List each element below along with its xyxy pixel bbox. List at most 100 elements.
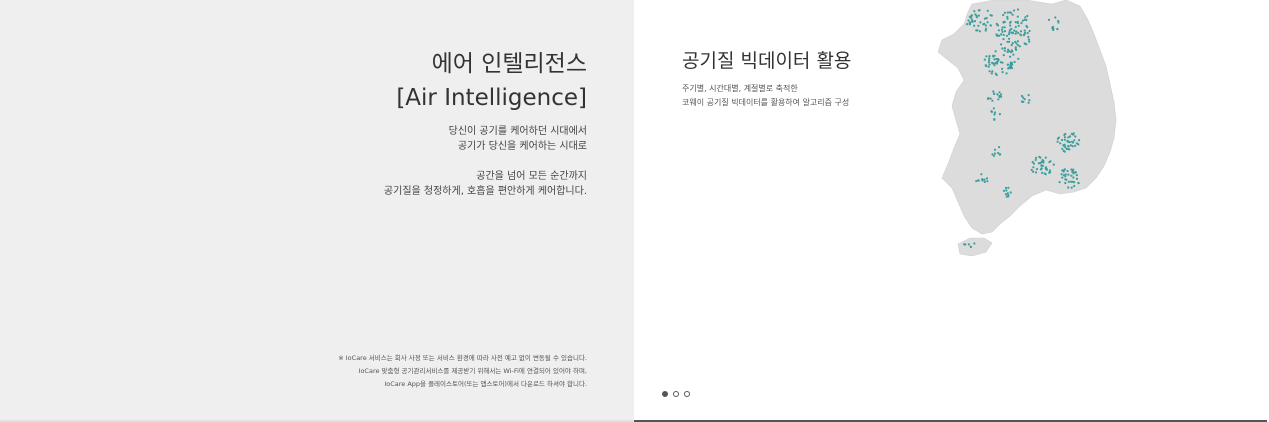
map-marker	[998, 91, 1001, 94]
notice-line: IoCare App을 플레이스토어(또는 앱스토어)에서 다운로드 하셔야 합…	[384, 380, 587, 388]
map-marker	[1004, 186, 1008, 190]
map-marker	[1023, 31, 1027, 35]
map-marker	[1035, 168, 1039, 171]
map-marker	[1064, 173, 1067, 176]
map-marker	[1009, 51, 1013, 54]
map-marker	[1067, 136, 1070, 139]
map-marker	[1002, 189, 1006, 192]
map-marker	[967, 19, 970, 22]
map-marker	[1063, 168, 1066, 171]
map-marker	[1000, 28, 1004, 31]
description: 당신이 공기를 케어하던 시대에서 공기가 당신을 케어하는 시대로 공간을 넘…	[384, 124, 587, 214]
map-marker	[1006, 40, 1009, 43]
map-marker	[1016, 8, 1020, 11]
map-marker	[1009, 20, 1012, 23]
map-marker	[1073, 181, 1076, 184]
pagination-dot-1[interactable]	[662, 391, 668, 397]
map-marker	[1013, 29, 1016, 32]
map-marker	[1008, 31, 1011, 34]
map-marker	[1011, 13, 1014, 16]
map-marker	[1023, 42, 1026, 45]
map-marker	[970, 14, 973, 17]
map-marker	[988, 59, 991, 62]
map-marker	[1005, 189, 1008, 192]
korea-mainland-shape	[937, 0, 1117, 235]
map-marker	[992, 90, 995, 93]
map-marker	[997, 29, 1000, 32]
map-marker	[993, 64, 996, 67]
map-marker	[1026, 31, 1029, 35]
map-marker	[1007, 186, 1010, 189]
map-marker	[963, 243, 966, 246]
map-marker	[1009, 61, 1012, 64]
map-marker	[1012, 53, 1015, 56]
map-marker	[1054, 16, 1057, 19]
map-marker	[1077, 143, 1080, 146]
map-marker	[1026, 14, 1029, 18]
map-marker	[1003, 47, 1006, 50]
map-marker	[997, 151, 1000, 155]
map-marker	[1014, 21, 1017, 24]
map-marker	[1075, 174, 1078, 177]
map-marker	[993, 111, 997, 114]
map-marker	[1017, 31, 1020, 34]
left-panel: 에어 인텔리전스 [Air Intelligence] 당신이 공기를 케어하던…	[0, 0, 634, 422]
map-marker	[1003, 30, 1007, 33]
map-marker	[969, 245, 972, 248]
map-marker	[1040, 164, 1043, 167]
map-marker	[1001, 71, 1004, 74]
map-marker	[1057, 21, 1060, 24]
map-marker	[1004, 193, 1007, 196]
pagination-dot-3[interactable]	[684, 391, 690, 397]
map-marker	[1008, 29, 1011, 32]
map-marker	[989, 97, 992, 100]
map-marker	[1005, 72, 1008, 75]
map-marker	[1009, 24, 1012, 27]
map-marker	[995, 57, 998, 61]
map-marker	[1041, 159, 1044, 162]
map-marker	[1067, 145, 1070, 148]
slide-subtitle: 주기별, 시간대별, 계절별로 축적한 코웨이 공기질 빅데이터를 활용하여 알…	[682, 82, 849, 110]
description-line: 공기가 당신을 케어하는 시대로	[457, 141, 587, 152]
map-marker	[1032, 166, 1035, 169]
map-marker	[1074, 144, 1077, 147]
map-marker	[1023, 18, 1026, 21]
pagination-dot-2[interactable]	[673, 391, 679, 397]
map-marker	[1016, 44, 1020, 47]
map-marker	[993, 148, 997, 151]
map-marker	[1020, 22, 1023, 25]
map-marker	[1059, 142, 1062, 145]
map-marker	[1032, 170, 1035, 173]
jeju-island-shape	[957, 237, 993, 257]
map-marker	[1040, 160, 1043, 164]
map-marker	[1014, 32, 1017, 35]
map-marker	[1078, 139, 1081, 142]
map-marker	[1002, 54, 1005, 57]
notice-line: IoCare 맞춤형 공기관리서비스를 제공받기 위해서는 Wi-Fi에 연결되…	[358, 367, 587, 375]
map-marker	[1030, 168, 1033, 172]
map-marker	[994, 50, 997, 53]
map-marker	[1003, 11, 1007, 14]
map-marker	[1064, 181, 1067, 185]
map-marker	[982, 23, 985, 26]
map-marker	[1016, 20, 1019, 23]
map-marker	[1017, 24, 1020, 27]
map-marker	[1007, 193, 1010, 197]
map-marker	[1039, 168, 1042, 171]
map-marker	[970, 16, 973, 20]
slide-panel: 공기질 빅데이터 활용 주기별, 시간대별, 계절별로 축적한 코웨이 공기질 …	[634, 0, 1269, 422]
map-marker	[1025, 24, 1028, 28]
map-marker	[995, 33, 998, 36]
notice-line: ※ IoCare 서비스는 회사 사정 또는 서비스 환경에 따라 사전 예고 …	[338, 354, 587, 362]
map-marker	[998, 34, 1001, 37]
map-marker	[993, 58, 996, 61]
map-marker	[1000, 33, 1003, 36]
map-marker	[1052, 163, 1055, 166]
map-marker	[988, 57, 991, 60]
map-marker	[967, 243, 970, 246]
map-marker	[971, 20, 974, 23]
map-marker	[1027, 101, 1030, 104]
map-marker	[1009, 11, 1013, 14]
map-marker	[986, 21, 989, 24]
map-marker	[1044, 156, 1047, 159]
